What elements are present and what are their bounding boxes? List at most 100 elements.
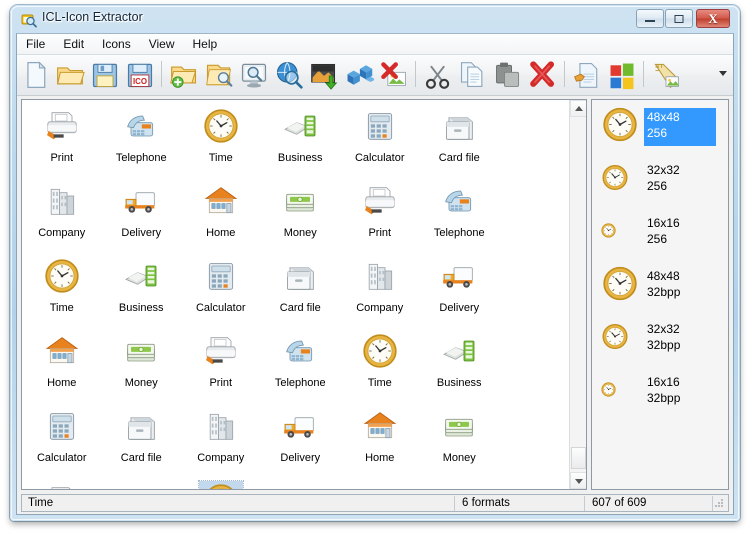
toolbar-button-add-folder[interactable] — [166, 55, 201, 94]
icon-cell-label: Print — [368, 227, 392, 239]
clock-icon — [600, 222, 617, 244]
icon-cell-money[interactable]: Money — [420, 400, 500, 475]
format-list-item[interactable]: 16x16 32bpp — [592, 365, 728, 418]
format-list-item[interactable]: 48x48 32bpp — [592, 259, 728, 312]
scroll-down-button[interactable] — [570, 472, 586, 489]
business-icon — [437, 331, 481, 373]
grid-vertical-scrollbar[interactable] — [569, 100, 586, 489]
toolbar-button-search-web[interactable] — [271, 55, 306, 94]
toolbar-button-open-folder[interactable] — [52, 55, 87, 94]
icon-cell-telephone[interactable]: Telephone — [102, 475, 182, 489]
toolbar-button-scan-monitor[interactable] — [236, 55, 271, 94]
toolbar-button-new-document[interactable] — [17, 55, 52, 94]
icon-cell-label: Telephone — [433, 227, 485, 239]
close-button[interactable]: X — [696, 9, 730, 28]
telephone-icon — [119, 481, 163, 489]
toolbar-button-copy-pages[interactable] — [455, 55, 490, 94]
icon-cell-label: Time — [367, 377, 392, 389]
toolbar-button-delete-red-x[interactable] — [525, 55, 560, 94]
resize-grip[interactable] — [715, 499, 725, 509]
status-separator — [454, 496, 455, 511]
icon-cell-label: Money — [442, 452, 476, 464]
maximize-icon — [674, 14, 684, 23]
format-size: 32x32 — [647, 163, 680, 177]
toolbar-button-cut-scissors[interactable] — [420, 55, 455, 94]
icon-cell-favicon[interactable]: favicon — [261, 475, 341, 489]
icon-cell-telephone[interactable]: Telephone — [420, 175, 500, 250]
toolbar-button-windows-logo[interactable] — [604, 55, 639, 94]
icon-cell-print[interactable]: Print — [340, 175, 420, 250]
icon-cell-print[interactable]: Print — [22, 475, 102, 489]
icon-cell-time[interactable]: Time — [340, 325, 420, 400]
format-item-text: 32x32 256 — [644, 161, 710, 195]
chevron-down-icon[interactable] — [719, 71, 727, 76]
measure-ruler-icon — [653, 63, 679, 88]
copy-pages-icon — [460, 61, 482, 87]
format-list-item[interactable]: 48x48 256 — [592, 100, 728, 153]
icon-cell-label: Delivery — [439, 302, 480, 314]
menu-item-help[interactable]: Help — [184, 34, 227, 53]
icon-cell-business[interactable]: Business — [261, 100, 341, 175]
format-depth: 32bpp — [647, 338, 681, 352]
icon-cell-label: Company — [356, 302, 404, 314]
toolbar-button-save-ico-floppy[interactable]: ICO — [122, 55, 157, 94]
scan-monitor-icon — [241, 63, 266, 88]
icon-cell-time[interactable]: Time — [181, 100, 261, 175]
maximize-button[interactable] — [665, 9, 693, 28]
format-size: 48x48 — [647, 269, 680, 283]
icon-cell-label: Delivery — [121, 227, 162, 239]
title-bar[interactable]: ICL-Icon Extractor X — [10, 5, 740, 33]
icon-cell-label: Calculator — [195, 302, 246, 314]
toolbar-button-edit-document[interactable] — [569, 55, 604, 94]
triangle-up-icon — [574, 105, 583, 111]
toolbar-button-blue-cubes[interactable] — [341, 55, 376, 94]
icon-cell-telephone[interactable]: Telephone — [102, 100, 182, 175]
toolbar-button-export-image[interactable] — [306, 55, 341, 94]
icon-cell-telephone[interactable]: Telephone — [261, 325, 341, 400]
scroll-up-button[interactable] — [570, 100, 586, 117]
format-list-item[interactable]: 32x32 256 — [592, 153, 728, 206]
icon-cell-calculator[interactable]: Calculator — [340, 100, 420, 175]
toolbar-button-paste-clipboard[interactable] — [490, 55, 525, 94]
icon-cell-money[interactable]: Money — [261, 175, 341, 250]
minimize-button[interactable] — [636, 9, 664, 28]
icon-cell-time[interactable]: Time — [181, 475, 261, 489]
open-folder-icon — [56, 66, 85, 84]
toolbar-separator — [157, 55, 166, 94]
menu-item-edit[interactable]: Edit — [54, 34, 93, 53]
format-list-item[interactable]: 32x32 32bpp — [592, 312, 728, 365]
toolbar-button-measure-ruler[interactable] — [648, 55, 683, 94]
icon-cell-business[interactable]: Business — [420, 325, 500, 400]
format-list-pane[interactable]: 48x48 256 32x32 256 16x16 256 48x48 32bpp 32x32 3… — [591, 99, 729, 490]
icon-cell-label: Card file — [279, 302, 321, 314]
icon-cell-delivery[interactable]: Delivery — [102, 175, 182, 250]
icon-cell-print[interactable]: Print — [22, 100, 102, 175]
toolbar-button-search-folder[interactable] — [201, 55, 236, 94]
calculator-icon — [358, 106, 402, 148]
icon-cell-label: Money — [283, 227, 317, 239]
format-item-text: 48x48 256 — [644, 108, 716, 146]
icon-cell-calculator[interactable]: Calculator — [181, 250, 261, 325]
status-separator — [712, 496, 713, 511]
menu-item-icons[interactable]: Icons — [93, 34, 140, 53]
icon-cell-card-file[interactable]: Card file — [420, 100, 500, 175]
desktop-background: ICL-Icon Extractor X File Edit Icons Vie… — [0, 0, 750, 535]
format-list-item[interactable]: 16x16 256 — [592, 206, 728, 259]
main-split: Print Telephone Time Business Calculator Card… — [17, 96, 733, 494]
icon-grid-pane[interactable]: Print Telephone Time Business Calculator Card… — [21, 99, 587, 490]
printer-icon — [40, 481, 84, 489]
icon-cell-home[interactable]: Home — [181, 175, 261, 250]
icon-cell-favicon[interactable]: favicon — [340, 475, 420, 489]
menu-item-view[interactable]: View — [140, 34, 184, 53]
icon-cell-company[interactable]: Company — [340, 250, 420, 325]
icon-cell-delivery[interactable]: Delivery — [420, 250, 500, 325]
icon-cell-card-file[interactable]: Card file — [261, 250, 341, 325]
triangle-down-icon — [574, 478, 583, 484]
new-document-icon — [26, 60, 46, 88]
menu-item-file[interactable]: File — [17, 34, 54, 53]
toolbar-button-delete-image[interactable] — [376, 55, 411, 94]
toolbar-button-save-floppy[interactable] — [87, 55, 122, 94]
icon-cell-home[interactable]: Home — [340, 400, 420, 475]
scrollbar-thumb[interactable] — [571, 447, 586, 469]
toolbar: ICO — [17, 55, 733, 96]
